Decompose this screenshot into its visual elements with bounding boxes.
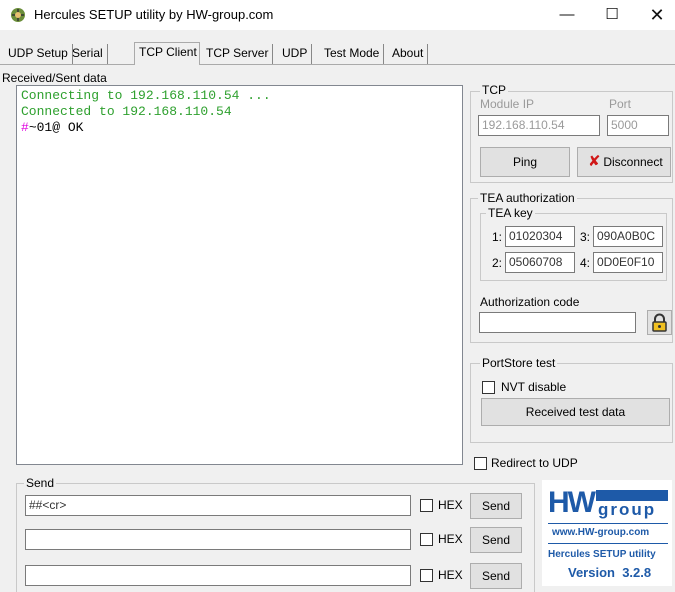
hw-group-logo[interactable]: HW group www.HW-group.com Hercules SETUP… [542, 480, 672, 586]
auth-code-label: Authorization code [480, 295, 580, 309]
logo-url: www.HW-group.com [552, 527, 650, 538]
hex-label-2: HEX [438, 532, 463, 546]
module-ip-label: Module IP [480, 97, 535, 111]
log-line: #~01@ OK [21, 120, 458, 136]
logo-version: Version 3.2.8 [568, 565, 652, 580]
hex-checkbox-1[interactable] [420, 499, 433, 512]
redirect-udp-label: Redirect to UDP [491, 456, 578, 470]
tea-group-title: TEA authorization [478, 191, 577, 205]
key-1-label: 1: [492, 230, 503, 244]
close-button[interactable]: ✕ [634, 0, 675, 30]
hex-label-3: HEX [438, 568, 463, 582]
send-input-3[interactable] [25, 565, 411, 586]
received-data-log[interactable]: Connecting to 192.168.110.54 ... Connect… [16, 85, 463, 465]
lock-icon [652, 313, 667, 332]
send-button-3[interactable]: Send [470, 563, 522, 589]
tea-key-title: TEA key [486, 206, 535, 220]
send-group-title: Send [24, 476, 57, 490]
log-prefix: # [21, 120, 29, 135]
title-bar: Hercules SETUP utility by HW-group.com —… [0, 0, 675, 30]
send-input-2[interactable] [25, 529, 411, 550]
hex-checkbox-3[interactable] [420, 569, 433, 582]
logo-divider [548, 523, 668, 524]
maximize-button[interactable]: ☐ [589, 0, 635, 30]
disconnect-label: Disconnect [603, 155, 663, 169]
key-3-input[interactable]: 090A0B0C [593, 226, 663, 247]
auth-code-input[interactable] [479, 312, 636, 333]
key-1-input[interactable]: 01020304 [505, 226, 575, 247]
tab-tcp-client[interactable]: TCP Client [134, 42, 200, 65]
log-text: ~01@ OK [28, 120, 84, 135]
received-test-data-button[interactable]: Received test data [481, 398, 670, 426]
minimize-button[interactable]: — [544, 0, 590, 30]
logo-divider [548, 543, 668, 544]
send-input-1[interactable]: ##<cr> [25, 495, 411, 516]
tab-test-mode[interactable]: Test Mode [320, 44, 385, 64]
key-2-input[interactable]: 05060708 [505, 252, 575, 273]
module-ip-input[interactable]: 192.168.110.54 [478, 115, 600, 136]
port-input[interactable]: 5000 [607, 115, 669, 136]
key-4-label: 4: [580, 256, 591, 270]
log-line: Connected to 192.168.110.54 [21, 104, 232, 119]
tab-udp-setup[interactable]: UDP Setup [4, 44, 73, 64]
send-button-1[interactable]: Send [470, 493, 522, 519]
window-title: Hercules SETUP utility by HW-group.com [34, 7, 274, 22]
received-sent-label: Received/Sent data [2, 71, 107, 85]
log-line: Connecting to 192.168.110.54 ... [21, 88, 271, 103]
tab-udp[interactable]: UDP [278, 44, 313, 64]
redirect-udp-checkbox[interactable] [474, 457, 487, 470]
logo-group-text: group [598, 500, 657, 519]
tab-divider [0, 64, 675, 65]
tab-about[interactable]: About [388, 44, 429, 64]
hex-checkbox-2[interactable] [420, 533, 433, 546]
portstore-group-title: PortStore test [480, 356, 558, 370]
ping-button[interactable]: Ping [480, 147, 570, 177]
send-button-2[interactable]: Send [470, 527, 522, 553]
tab-tcp-server[interactable]: TCP Server [202, 44, 274, 64]
key-2-label: 2: [492, 256, 503, 270]
nvt-disable-label: NVT disable [501, 380, 567, 394]
tab-bar: UDP Setup Serial TCP Client TCP Server U… [0, 30, 675, 68]
nvt-disable-checkbox[interactable] [482, 381, 495, 394]
port-label: Port [609, 97, 632, 111]
hex-label-1: HEX [438, 498, 463, 512]
logo-product: Hercules SETUP utility [548, 549, 656, 560]
lock-button[interactable] [647, 310, 672, 335]
tcp-group-title: TCP [480, 83, 508, 97]
disconnect-x-icon: ✘ [588, 153, 601, 170]
disconnect-button[interactable]: ✘ Disconnect [577, 147, 671, 177]
key-4-input[interactable]: 0D0E0F10 [593, 252, 663, 273]
tab-serial[interactable]: Serial [68, 44, 108, 64]
hercules-app-icon [11, 8, 25, 22]
logo-hw-text: HW [548, 486, 596, 519]
key-3-label: 3: [580, 230, 591, 244]
